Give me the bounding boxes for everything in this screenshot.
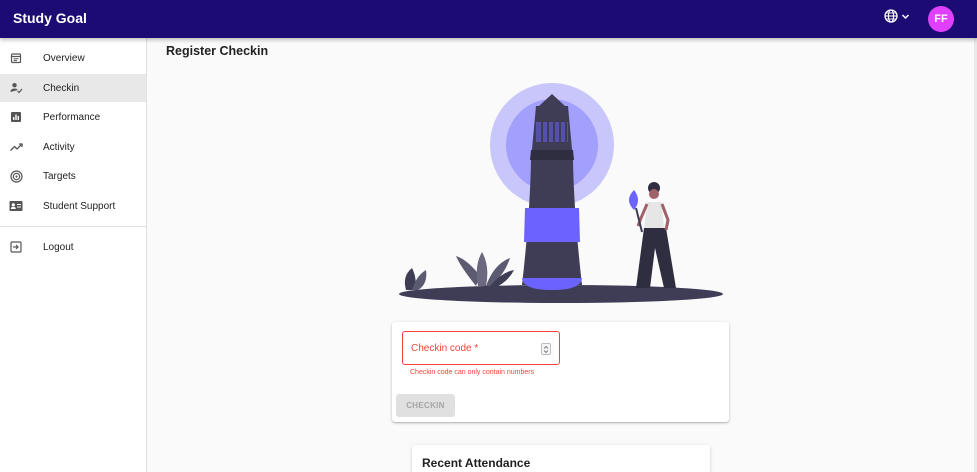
- logout-icon: [9, 240, 23, 254]
- checkin-button: CHECKIN: [396, 394, 455, 417]
- chevron-down-icon: [901, 12, 910, 21]
- sidebar-item-label: Logout: [43, 241, 74, 253]
- sidebar-item-activity[interactable]: Activity: [0, 133, 146, 161]
- sidebar-item-performance[interactable]: Performance: [0, 103, 146, 131]
- language-menu-button[interactable]: [884, 9, 910, 23]
- sidebar-item-overview[interactable]: Overview: [0, 44, 146, 72]
- sidebar-item-logout[interactable]: Logout: [0, 233, 146, 261]
- sidebar-item-label: Performance: [43, 111, 101, 123]
- sidebar-item-targets[interactable]: Targets: [0, 162, 146, 190]
- checkin-form-card: Checkin code * Checkin code can only con…: [392, 322, 729, 422]
- page-title: Register Checkin: [166, 44, 269, 58]
- sidebar: Overview Checkin Performance Activity Ta…: [0, 38, 147, 472]
- lighthouse-illustration: [398, 80, 724, 308]
- app-title[interactable]: Study Goal: [13, 10, 87, 26]
- person-check-icon: [9, 81, 23, 95]
- contact-card-icon: [9, 199, 23, 213]
- sidebar-item-checkin[interactable]: Checkin: [0, 74, 146, 102]
- trending-up-icon: [9, 140, 23, 154]
- calendar-icon: [9, 51, 23, 65]
- sidebar-item-student-support[interactable]: Student Support: [0, 192, 146, 220]
- sidebar-item-label: Activity: [43, 141, 75, 153]
- app-bar: Study Goal FF: [0, 0, 977, 38]
- stepper-arrows-icon: [543, 345, 549, 353]
- bar-chart-icon: [9, 110, 23, 124]
- sidebar-divider: [0, 226, 146, 227]
- checkin-code-label: Checkin code *: [411, 343, 479, 354]
- sidebar-item-label: Overview: [43, 52, 85, 64]
- user-avatar[interactable]: FF: [928, 6, 954, 32]
- sidebar-item-label: Targets: [43, 170, 76, 182]
- number-stepper[interactable]: [541, 343, 551, 355]
- recent-attendance-card: Recent Attendance: [412, 445, 710, 472]
- recent-attendance-title: Recent Attendance: [422, 456, 531, 470]
- sidebar-item-label: Student Support: [43, 200, 116, 212]
- globe-icon: [884, 9, 898, 23]
- sidebar-item-label: Checkin: [43, 82, 80, 94]
- checkin-code-error: Checkin code can only contain numbers: [410, 369, 535, 376]
- target-icon: [9, 169, 23, 183]
- checkin-code-field[interactable]: Checkin code *: [402, 331, 560, 365]
